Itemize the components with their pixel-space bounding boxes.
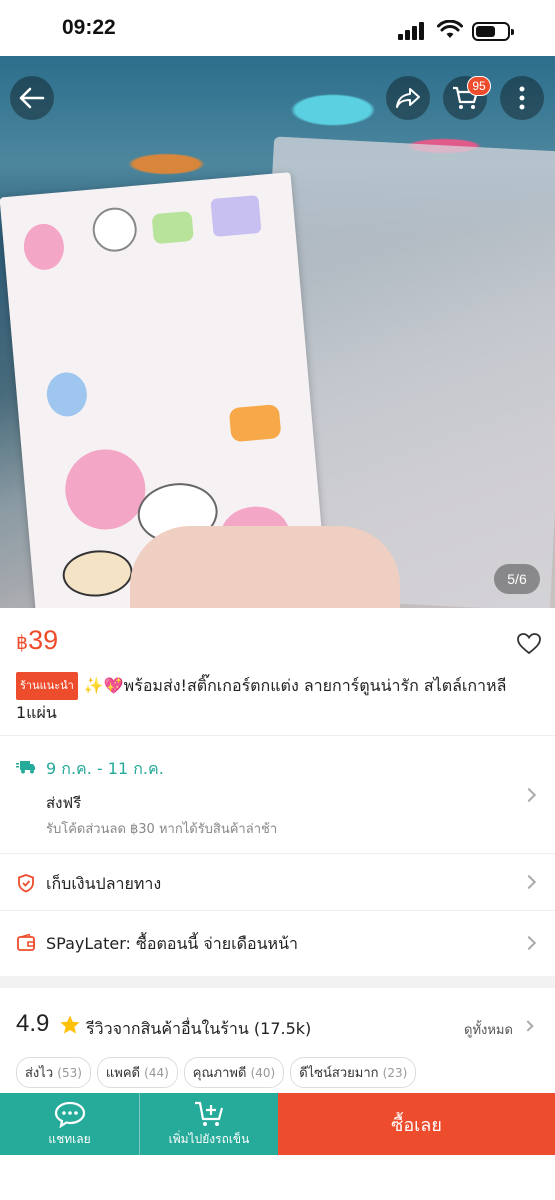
reviews-count: (17.5k)	[253, 1019, 312, 1038]
chat-button[interactable]: แชทเลย	[0, 1093, 139, 1155]
divider	[0, 735, 555, 736]
back-button[interactable]	[10, 76, 54, 120]
delivery-date: 9 ก.ค. - 11 ก.ค.	[46, 759, 164, 778]
battery-icon	[472, 22, 514, 41]
more-button[interactable]	[500, 76, 544, 120]
chat-label: แชทเลย	[48, 1132, 91, 1146]
review-tag-chip[interactable]: ส่งไว (53)	[16, 1057, 91, 1088]
price-currency: ฿	[16, 633, 29, 654]
share-icon	[396, 88, 420, 108]
add-to-cart-button[interactable]: เพิ่มไปยังรถเข็น	[139, 1093, 278, 1155]
cod-label: เก็บเงินปลายทาง	[46, 874, 162, 893]
chevron-right-icon	[521, 787, 537, 803]
see-all-label: ดูทั้งหมด	[464, 1023, 513, 1038]
chevron-right-icon	[521, 935, 537, 951]
rating-value: 4.9	[16, 1010, 50, 1037]
divider	[0, 910, 555, 911]
hand	[130, 526, 400, 608]
reviews-label: รีวิวจากสินค้าอื่นในร้าน (17.5k)	[86, 1017, 311, 1042]
chat-icon	[54, 1101, 85, 1128]
share-button[interactable]	[386, 76, 430, 120]
reviews-title: รีวิวจากสินค้าอื่นในร้าน	[86, 1019, 249, 1038]
cart-count-badge: 95	[467, 76, 491, 96]
review-tag-chip[interactable]: แพคดี (44)	[96, 1057, 178, 1088]
see-all-reviews-link[interactable]: ดูทั้งหมด	[464, 1019, 513, 1040]
more-vertical-icon	[519, 86, 525, 110]
shield-icon	[18, 874, 34, 893]
price-amount: 39	[28, 625, 59, 655]
status-time: 09:22	[62, 16, 116, 39]
product-title: ร้านแนะนำ ✨💖พร้อมส่ง!สติ๊กเกอร์ตกแต่ง ลาย…	[16, 672, 541, 726]
back-arrow-icon	[19, 87, 45, 109]
review-tag-chip[interactable]: ดีไซน์สวยมาก (23)	[290, 1057, 417, 1088]
divider	[0, 853, 555, 854]
image-counter: 5/6	[494, 564, 540, 594]
review-tag-chip[interactable]: คุณภาพดี (40)	[183, 1057, 285, 1088]
add-to-cart-label: เพิ่มไปยังรถเข็น	[168, 1132, 250, 1146]
status-bar: 09:22	[0, 0, 555, 56]
buy-now-button[interactable]: ซื้อเลย	[278, 1093, 555, 1155]
price: ฿39	[16, 625, 58, 656]
wifi-icon	[437, 20, 463, 38]
review-tags: ส่งไว (53) แพคดี (44) คุณภาพดี (40) ดีไซ…	[16, 1057, 417, 1088]
product-image[interactable]: 95 5/6	[0, 56, 555, 608]
chevron-right-icon	[521, 874, 537, 890]
heart-icon[interactable]	[516, 632, 542, 656]
chevron-right-icon	[522, 1020, 534, 1032]
shipping-guarantee-note: รับโค้ดส่วนลด ฿30 หากได้รับสินค้าล่าช้า	[46, 822, 278, 837]
section-separator	[0, 976, 555, 988]
star-icon	[60, 1015, 80, 1034]
bottom-action-bar: แชทเลย เพิ่มไปยังรถเข็น ซื้อเลย	[0, 1093, 555, 1155]
signal-icon	[398, 22, 428, 40]
free-shipping-label: ส่งฟรี	[46, 794, 82, 812]
preferred-shop-badge: ร้านแนะนำ	[16, 672, 78, 700]
buy-now-label: ซื้อเลย	[391, 1114, 442, 1136]
spaylater-label: SPayLater: ซื้อตอนนี้ จ่ายเดือนหน้า	[46, 934, 299, 953]
truck-icon	[16, 761, 35, 774]
add-cart-icon	[195, 1101, 224, 1126]
wallet-icon	[17, 933, 35, 951]
product-title-text: ✨💖พร้อมส่ง!สติ๊กเกอร์ตกแต่ง ลายการ์ตูนน่…	[16, 676, 507, 722]
